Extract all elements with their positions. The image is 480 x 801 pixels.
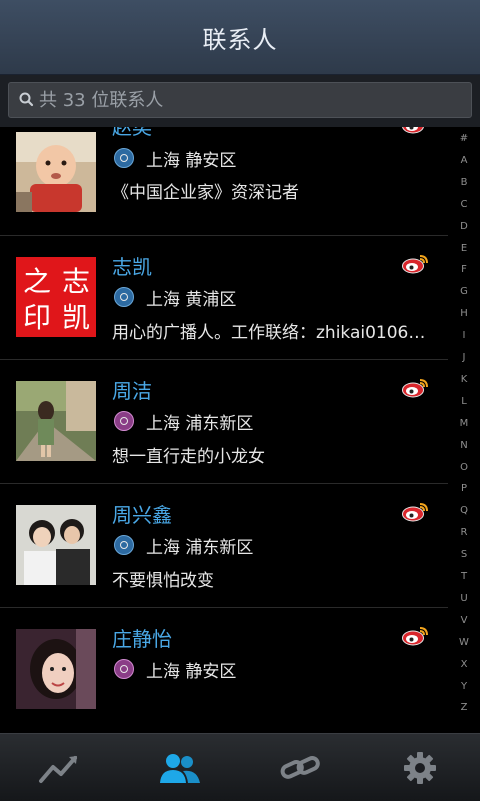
index-letter[interactable]: B: [448, 177, 480, 188]
index-letter[interactable]: H: [448, 308, 480, 319]
search-icon: [19, 92, 34, 107]
avatar: 志 之 凯 印: [16, 257, 96, 337]
index-letter[interactable]: L: [448, 396, 480, 407]
index-letter[interactable]: U: [448, 593, 480, 604]
contact-list[interactable]: 赵奕 上海 静安区 《中国企业家》资深记者 志 之 凯 印 志凯 上海 黄浦区 …: [0, 127, 448, 733]
svg-text:凯: 凯: [62, 301, 90, 334]
index-letter[interactable]: #: [448, 133, 480, 144]
index-letter[interactable]: Z: [448, 702, 480, 713]
contact-location: 上海 静安区: [146, 151, 237, 171]
trend-chart-icon: [39, 755, 77, 783]
contact-location: 上海 黄浦区: [146, 290, 237, 310]
index-letter[interactable]: S: [448, 549, 480, 560]
page-title: 联系人: [202, 25, 278, 54]
contact-name: 庄静怡: [112, 627, 172, 651]
contact-location: 上海 浦东新区: [146, 538, 254, 558]
contact-bio: 用心的广播人。工作联络：zhikai0106…: [112, 323, 426, 343]
tab-contacts[interactable]: [120, 734, 240, 801]
index-letter[interactable]: O: [448, 462, 480, 473]
tab-links[interactable]: [240, 734, 360, 801]
avatar: [16, 505, 96, 585]
list-item-contact[interactable]: 周兴鑫 上海 浦东新区 不要惧怕改变: [0, 483, 448, 608]
alphabet-index[interactable]: # A B C D E F G H I J K L M N O P Q R S T U V W X Y Z: [448, 127, 480, 733]
bottom-tab-bar: [0, 733, 480, 801]
index-letter[interactable]: W: [448, 637, 480, 648]
tab-settings[interactable]: [360, 734, 480, 801]
svg-text:志: 志: [62, 265, 90, 298]
avatar: [16, 381, 96, 461]
contact-name: 周洁: [112, 379, 152, 403]
contact-name: 周兴鑫: [112, 503, 172, 527]
contact-location: 上海 浦东新区: [146, 414, 254, 434]
index-letter[interactable]: K: [448, 374, 480, 385]
search-bar: [0, 75, 480, 127]
index-letter[interactable]: I: [448, 330, 480, 341]
index-letter[interactable]: F: [448, 264, 480, 275]
contact-bio: 想一直行走的小龙女: [112, 447, 265, 467]
index-letter[interactable]: C: [448, 199, 480, 210]
contact-bio: 不要惧怕改变: [112, 571, 214, 591]
avatar: [16, 132, 96, 212]
weibo-icon[interactable]: [401, 377, 429, 399]
index-letter[interactable]: R: [448, 527, 480, 538]
people-icon: [160, 753, 200, 783]
male-icon: [114, 148, 134, 168]
index-letter[interactable]: N: [448, 440, 480, 451]
index-letter[interactable]: J: [448, 352, 480, 363]
tab-trends[interactable]: [0, 734, 120, 801]
list-item-contact[interactable]: 赵奕 上海 静安区 《中国企业家》资深记者: [0, 127, 448, 236]
list-item-contact[interactable]: 志 之 凯 印 志凯 上海 黄浦区 用心的广播人。工作联络：zhikai0106…: [0, 235, 448, 360]
contact-bio: 《中国企业家》资深记者: [112, 183, 299, 203]
contact-name: 志凯: [112, 255, 152, 279]
index-letter[interactable]: X: [448, 659, 480, 670]
male-icon: [114, 287, 134, 307]
index-letter[interactable]: Y: [448, 681, 480, 692]
avatar: [16, 629, 96, 709]
svg-text:之: 之: [23, 265, 51, 298]
weibo-icon[interactable]: [401, 501, 429, 523]
index-letter[interactable]: T: [448, 571, 480, 582]
index-letter[interactable]: E: [448, 243, 480, 254]
weibo-icon[interactable]: [401, 625, 429, 647]
index-letter[interactable]: P: [448, 483, 480, 494]
title-bar: 联系人: [0, 0, 480, 75]
svg-text:印: 印: [23, 301, 51, 334]
gear-icon: [404, 751, 436, 784]
index-letter[interactable]: V: [448, 615, 480, 626]
index-letter[interactable]: G: [448, 286, 480, 297]
contact-location: 上海 静安区: [146, 662, 237, 682]
weibo-icon[interactable]: [401, 253, 429, 275]
list-item-contact[interactable]: 周洁 上海 浦东新区 想一直行走的小龙女: [0, 359, 448, 484]
index-letter[interactable]: M: [448, 418, 480, 429]
search-input[interactable]: [37, 89, 439, 111]
contact-name: 赵奕: [112, 127, 152, 139]
search-field[interactable]: [8, 82, 472, 118]
link-icon: [280, 755, 320, 779]
male-icon: [114, 535, 134, 555]
index-letter[interactable]: Q: [448, 505, 480, 516]
female-icon: [114, 411, 134, 431]
weibo-icon[interactable]: [401, 127, 429, 135]
index-letter[interactable]: A: [448, 155, 480, 166]
list-item-contact[interactable]: 庄静怡 上海 静安区: [0, 607, 448, 731]
female-icon: [114, 659, 134, 679]
index-letter[interactable]: D: [448, 221, 480, 232]
